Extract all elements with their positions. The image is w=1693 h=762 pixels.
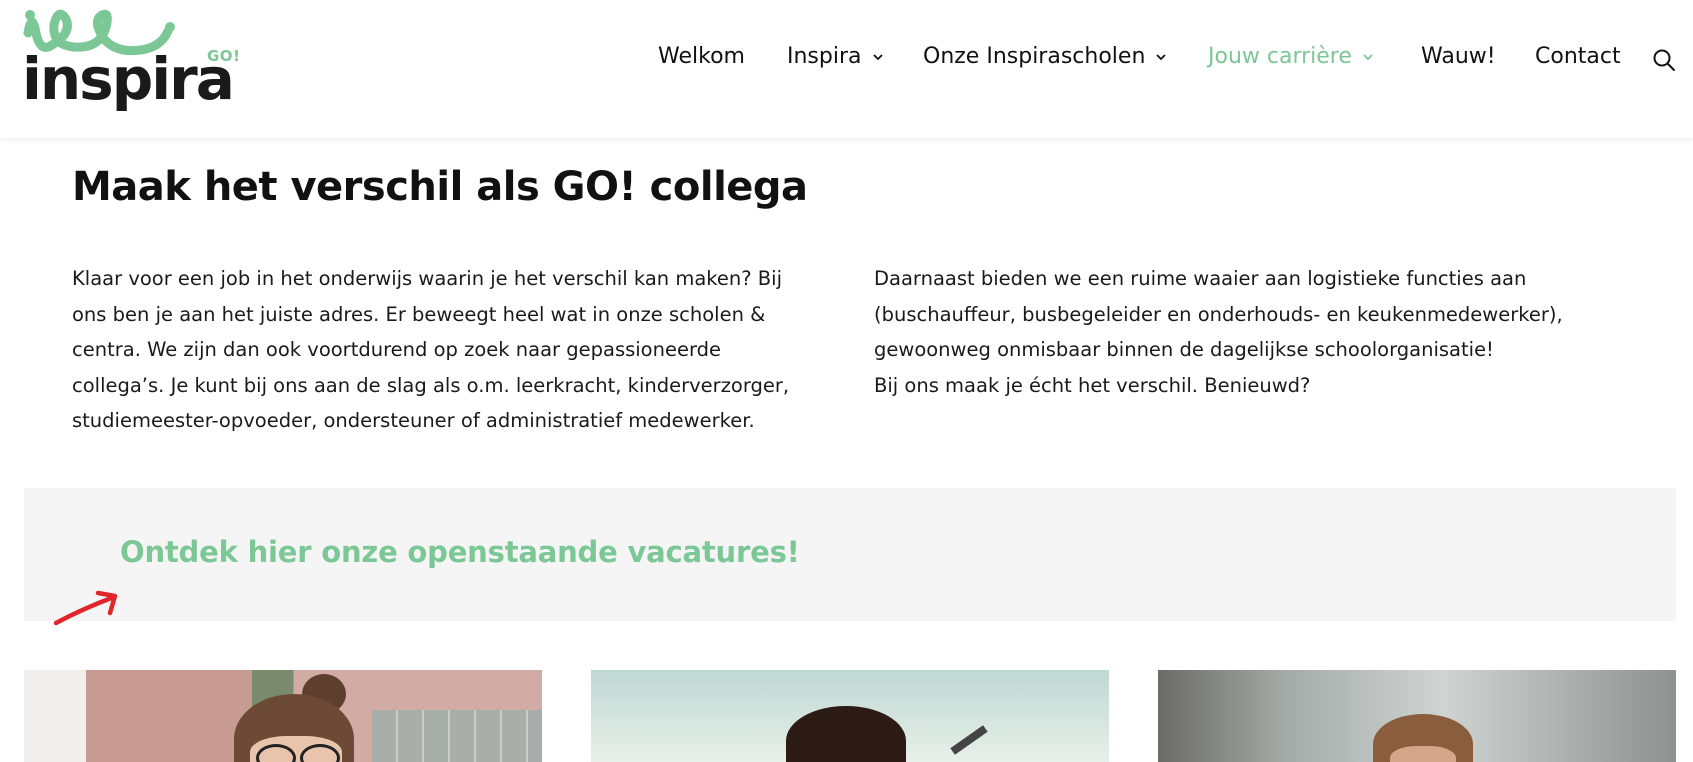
- intro-right-column: Daarnaast bieden we een ruime waaier aan…: [874, 261, 1614, 403]
- page-title: Maak het verschil als GO! collega: [72, 164, 808, 210]
- intro-paragraph: Klaar voor een job in het onderwijs waar…: [72, 267, 790, 432]
- site-header: GO! inspira Welkom Inspira Onze Inspiras…: [0, 0, 1693, 138]
- photo-background-tiles: [372, 710, 542, 762]
- closing-paragraph: Bij ons maak je écht het verschil. Benie…: [874, 373, 1311, 397]
- photo-card-2[interactable]: [591, 670, 1109, 762]
- search-icon[interactable]: [1652, 48, 1676, 72]
- nav-item-label: Contact: [1535, 44, 1621, 69]
- nav-item-welkom[interactable]: Welkom: [658, 44, 745, 69]
- photo-card-1[interactable]: [24, 670, 542, 762]
- photo-person-hair: [786, 706, 906, 762]
- nav-item-wauw[interactable]: Wauw!: [1421, 44, 1496, 69]
- vacatures-link[interactable]: Ontdek hier onze openstaande vacatures!: [120, 535, 800, 569]
- nav-item-label: Welkom: [658, 44, 745, 69]
- nav-item-label: Wauw!: [1421, 44, 1496, 69]
- nav-item-onze-inspirascholen[interactable]: Onze Inspirascholen: [923, 44, 1167, 69]
- photo-object: [950, 725, 988, 755]
- nav-item-label: Onze Inspirascholen: [923, 44, 1146, 69]
- nav-item-label: Jouw carrière: [1208, 44, 1352, 69]
- nav-item-contact[interactable]: Contact: [1535, 44, 1621, 69]
- chevron-down-icon: [1363, 53, 1373, 60]
- chevron-down-icon: [1156, 53, 1167, 60]
- nav-item-jouw-carriere[interactable]: Jouw carrière: [1208, 44, 1374, 69]
- chevron-down-icon: [872, 53, 883, 60]
- photo-person-face: [1390, 746, 1456, 762]
- nav-item-label: Inspira: [787, 44, 862, 69]
- intro-left-column: Klaar voor een job in het onderwijs waar…: [72, 261, 812, 439]
- vacatures-band: Ontdek hier onze openstaande vacatures!: [24, 488, 1676, 626]
- logistics-paragraph: Daarnaast bieden we een ruime waaier aan…: [874, 267, 1563, 361]
- nav-item-inspira[interactable]: Inspira: [787, 44, 884, 69]
- arrow-icon: [53, 590, 118, 626]
- photo-card-3[interactable]: [1158, 670, 1676, 762]
- main-nav: Welkom Inspira Onze Inspirascholen Jouw …: [0, 0, 1693, 120]
